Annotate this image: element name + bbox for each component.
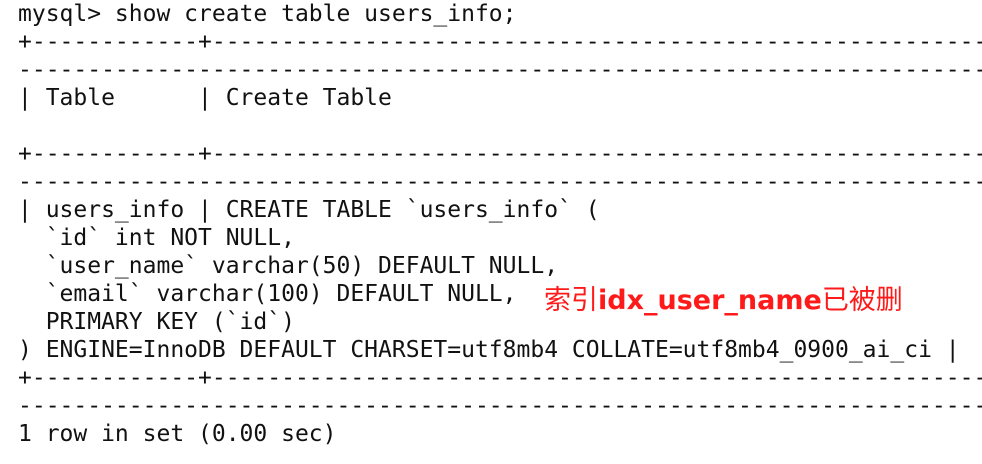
table-data-line: | users_info | CREATE TABLE `users_info`…: [18, 197, 600, 223]
annotation-suffix: 已被删: [821, 285, 903, 316]
table-data-line: `id` int NOT NULL,: [18, 225, 295, 251]
table-data-line: PRIMARY KEY (`id`): [18, 309, 295, 335]
table-border-bottom: +------------+--------------------------…: [18, 365, 982, 391]
table-data-line: ) ENGINE=InnoDB DEFAULT CHARSET=utf8mb4 …: [18, 337, 960, 363]
command-prompt-line: mysql> show create table users_info;: [18, 1, 517, 27]
table-data-line: `email` varchar(100) DEFAULT NULL,: [18, 281, 517, 307]
table-border-top-continued: ----------------------------------------…: [18, 57, 982, 83]
terminal-window: mysql> show create table users_info; +--…: [0, 0, 982, 464]
table-border-top: +------------+--------------------------…: [18, 29, 982, 55]
annotation-index-name: idx_user_name: [598, 285, 822, 316]
annotation-prefix: 索引: [544, 285, 598, 316]
table-header-row: | Table | Create Table: [18, 85, 392, 111]
table-border-bottom-continued: ----------------------------------------…: [18, 393, 982, 419]
table-border-middle-continued: ----------------------------------------…: [18, 169, 982, 195]
result-summary-line: 1 row in set (0.00 sec): [18, 421, 337, 447]
index-deleted-annotation: 索引idx_user_name已被删: [544, 285, 903, 317]
table-border-middle: +------------+--------------------------…: [18, 141, 982, 167]
table-data-line: `user_name` varchar(50) DEFAULT NULL,: [18, 253, 559, 279]
